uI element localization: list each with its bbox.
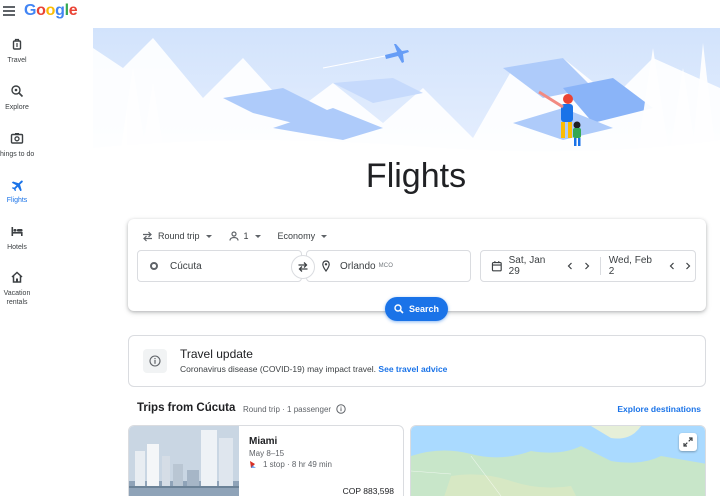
calendar-icon <box>491 261 502 272</box>
hero-illustration <box>93 28 720 168</box>
cabin-class-label: Economy <box>277 231 316 241</box>
trips-title: Trips from Cúcuta <box>137 402 236 414</box>
logo-letter: G <box>24 2 37 19</box>
destination-input[interactable]: Orlando MCO <box>306 250 471 282</box>
update-message: Coronavirus disease (COVID-19) may impac… <box>180 364 377 374</box>
chevron-down-icon <box>205 234 212 238</box>
house-icon <box>11 271 23 283</box>
chevron-down-icon <box>254 234 261 238</box>
sidebar-item-explore[interactable]: Explore <box>0 84 34 112</box>
chevron-left-icon[interactable] <box>665 259 679 273</box>
map-image <box>411 426 705 496</box>
info-icon <box>143 349 167 373</box>
swap-button[interactable] <box>291 255 315 279</box>
trip-type-select[interactable]: Round trip <box>142 231 212 242</box>
expand-map-button[interactable] <box>679 433 697 451</box>
date-range-input: Sat, Jan 29 Wed, Feb 2 <box>480 250 696 282</box>
sidebar-item-label: Explore <box>5 104 29 111</box>
departure-date-field[interactable]: Sat, Jan 29 <box>481 251 594 281</box>
sidebar-item-travel[interactable]: Travel <box>0 37 34 65</box>
sidebar-item-label: hings to do <box>0 151 35 158</box>
sidebar-item-label: Hotels <box>7 244 27 251</box>
trips-subtitle-text: Round trip · 1 passenger <box>243 404 332 414</box>
round-trip-icon <box>143 231 152 241</box>
trip-card[interactable]: Miami May 8–15 1 stop · 8 hr 49 min COP … <box>128 425 404 496</box>
sidebar-item-label: Vacation rentals <box>0 289 34 307</box>
trips-subtitle: Round trip · 1 passenger <box>243 404 346 414</box>
bed-icon <box>11 227 23 236</box>
sidebar-item-label: Travel <box>7 57 27 64</box>
page-title: Flights <box>365 157 467 195</box>
explore-icon <box>11 85 24 98</box>
location-pin-icon <box>322 260 330 272</box>
passengers-select[interactable]: 1 <box>228 231 261 241</box>
logo-letter: g <box>55 2 65 19</box>
sidebar-label-line: rentals <box>6 299 28 306</box>
cabin-class-select[interactable]: Economy <box>278 231 328 241</box>
chevron-down-icon <box>321 234 328 238</box>
expand-icon <box>683 437 693 447</box>
sidebar-item-label: Flights <box>6 197 28 204</box>
destination-code: MCO <box>378 263 394 269</box>
travel-advice-link[interactable]: See travel advice <box>378 364 447 374</box>
passengers-count: 1 <box>243 231 249 241</box>
travel-update-card: Travel update Coronavirus disease (COVID… <box>128 335 706 387</box>
search-options: Round trip 1 Economy <box>142 229 344 243</box>
sidebar-item-things-to-do[interactable]: hings to do <box>0 131 34 159</box>
logo-letter: o <box>45 2 56 19</box>
chevron-right-icon[interactable] <box>681 259 695 273</box>
person-icon <box>228 231 239 241</box>
chevron-left-icon[interactable] <box>564 259 578 273</box>
update-text: Coronavirus disease (COVID-19) may impac… <box>180 364 447 374</box>
search-button[interactable]: Search <box>385 297 448 321</box>
destinations-map[interactable] <box>410 425 706 496</box>
departure-date-value: Sat, Jan 29 <box>508 255 546 277</box>
destination-value: Orlando <box>340 260 376 272</box>
city-photo <box>129 426 239 496</box>
sidebar-item-flights[interactable]: Flights <box>0 177 34 205</box>
plane-icon <box>11 180 23 191</box>
airline-logo-icon <box>250 461 256 468</box>
suitcase-icon <box>12 38 22 50</box>
trip-price: COP 883,598 <box>342 486 394 496</box>
origin-circle-icon <box>150 262 158 270</box>
logo-letter: o <box>36 2 46 19</box>
return-date-field[interactable]: Wed, Feb 2 <box>601 251 695 281</box>
explore-destinations-link[interactable]: Explore destinations <box>617 404 701 414</box>
return-date-value: Wed, Feb 2 <box>608 255 652 277</box>
logo-letter: e <box>68 2 78 19</box>
chevron-right-icon[interactable] <box>580 259 594 273</box>
search-icon <box>394 304 404 314</box>
trip-stops-text: 1 stop · 8 hr 49 min <box>263 460 332 469</box>
sidebar-item-vacation-rentals[interactable]: Vacation rentals <box>0 270 34 307</box>
trip-stops: 1 stop · 8 hr 49 min <box>249 460 332 469</box>
flight-search-card: Round trip 1 Economy Cúcuta Orlando MCO … <box>128 219 706 321</box>
trip-type-label: Round trip <box>158 231 200 241</box>
trip-dates: May 8–15 <box>249 449 285 458</box>
google-logo[interactable]: Google <box>24 2 78 20</box>
menu-icon[interactable] <box>3 6 15 16</box>
origin-input[interactable]: Cúcuta <box>137 250 302 282</box>
sidebar-label-line: Vacation <box>3 290 31 297</box>
search-button-label: Search <box>408 304 440 314</box>
top-bar: Google <box>0 0 720 22</box>
sidebar-item-hotels[interactable]: Hotels <box>0 224 34 252</box>
origin-value: Cúcuta <box>170 260 202 272</box>
swap-icon <box>298 262 308 272</box>
trip-city: Miami <box>249 436 278 447</box>
info-icon[interactable] <box>336 404 346 414</box>
trips-header: Trips from Cúcuta Round trip · 1 passeng… <box>137 402 707 418</box>
update-title: Travel update <box>180 347 253 361</box>
camera-icon <box>10 133 24 144</box>
